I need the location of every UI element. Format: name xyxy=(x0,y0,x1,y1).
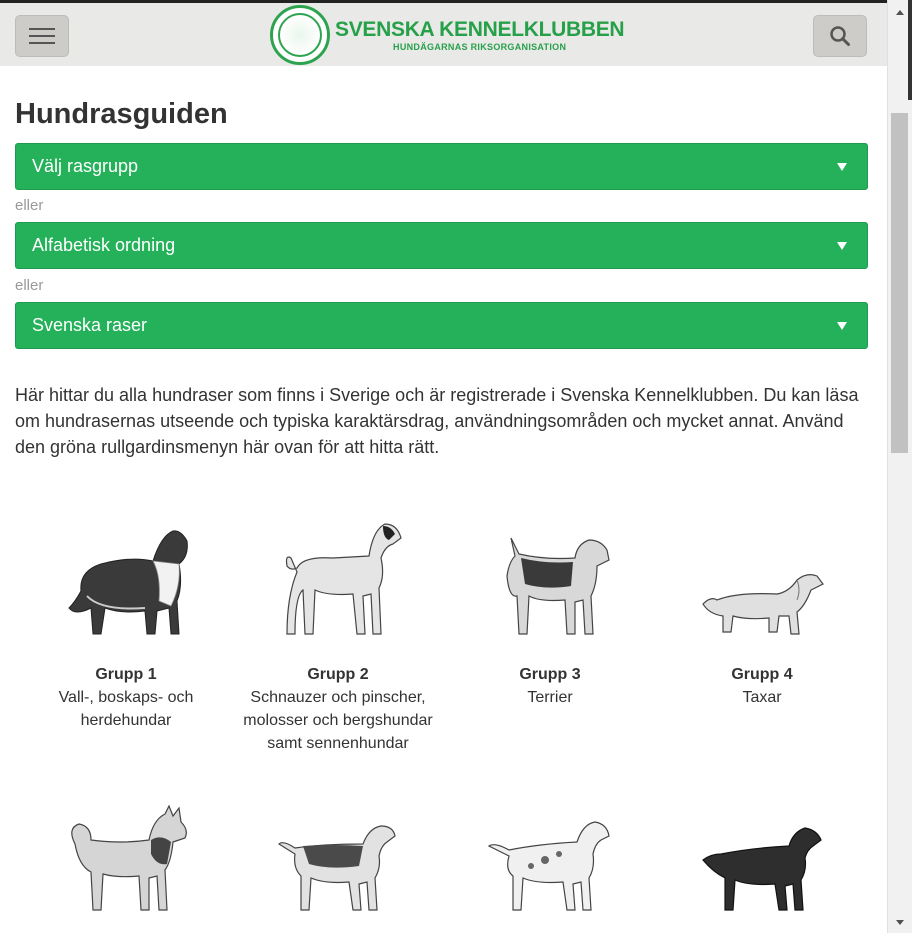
hamburger-icon xyxy=(29,28,55,30)
site-logo[interactable]: SVENSKA KENNELKLUBBEN HUNDÄGARNAS RIKSOR… xyxy=(270,5,625,65)
group-card-3[interactable]: Grupp 3 Terrier xyxy=(439,516,661,709)
site-header: SVENSKA KENNELKLUBBEN HUNDÄGARNAS RIKSOR… xyxy=(0,0,887,66)
search-button[interactable] xyxy=(813,15,867,57)
pointer-dog-illustration xyxy=(487,821,610,911)
caret-down-icon xyxy=(837,162,847,171)
page-title: Hundrasguiden xyxy=(15,98,228,130)
alphabetical-dropdown-label: Alfabetisk ordning xyxy=(32,235,176,255)
breed-group-dropdown-label: Välj rasgrupp xyxy=(32,156,139,176)
group-card-6[interactable] xyxy=(227,804,449,914)
caret-down-icon xyxy=(837,321,847,330)
group-title[interactable]: Grupp 3 xyxy=(439,663,661,686)
scroll-up-arrow-icon[interactable] xyxy=(896,10,904,15)
logo-title: SVENSKA KENNELKLUBBEN xyxy=(335,18,625,41)
scroll-down-arrow-icon[interactable] xyxy=(896,920,904,925)
logo-subtitle: HUNDÄGARNAS RIKSORGANISATION xyxy=(393,42,567,52)
group-title[interactable]: Grupp 4 xyxy=(651,663,873,686)
window-edge xyxy=(908,0,912,100)
or-separator: eller xyxy=(15,197,44,214)
retriever-dog-illustration xyxy=(702,827,822,911)
alphabetical-dropdown[interactable]: Alfabetisk ordning xyxy=(15,222,868,269)
group-description: Taxar xyxy=(742,689,782,706)
search-icon xyxy=(830,26,850,46)
hound-dog-illustration xyxy=(278,825,396,911)
terrier-dog-illustration xyxy=(506,537,610,635)
collie-dog-illustration xyxy=(68,530,188,635)
great-dane-dog-illustration xyxy=(285,523,402,635)
dachshund-dog-illustration xyxy=(702,574,824,635)
group-card-1[interactable]: Grupp 1 Vall-, boskaps- och herdehundar xyxy=(15,516,237,732)
group-card-2[interactable]: Grupp 2 Schnauzer och pinscher, molosser… xyxy=(227,516,449,755)
group-card-4[interactable]: Grupp 4 Taxar xyxy=(651,516,873,709)
group-description: Terrier xyxy=(527,689,573,706)
group-title[interactable]: Grupp 1 xyxy=(15,663,237,686)
caret-down-icon xyxy=(837,241,847,250)
spitz-dog-illustration xyxy=(71,804,187,911)
group-card-8[interactable] xyxy=(651,804,873,914)
group-description: Vall-, boskaps- och herdehundar xyxy=(58,689,194,729)
kennel-seal-logo xyxy=(270,5,330,65)
group-description: Schnauzer och pinscher, molosser och ber… xyxy=(243,689,433,752)
swedish-breeds-dropdown-label: Svenska raser xyxy=(32,315,148,335)
group-title[interactable]: Grupp 2 xyxy=(227,663,449,686)
scrollbar-thumb[interactable] xyxy=(891,113,908,453)
breed-group-dropdown[interactable]: Välj rasgrupp xyxy=(15,143,868,190)
group-card-5[interactable] xyxy=(15,804,237,914)
or-separator: eller xyxy=(15,277,44,294)
intro-text: Här hittar du alla hundraser som finns i… xyxy=(15,385,859,457)
vertical-scrollbar[interactable] xyxy=(887,0,912,933)
hamburger-menu-button[interactable] xyxy=(15,15,69,57)
group-card-7[interactable] xyxy=(439,804,661,914)
swedish-breeds-dropdown[interactable]: Svenska raser xyxy=(15,302,868,349)
